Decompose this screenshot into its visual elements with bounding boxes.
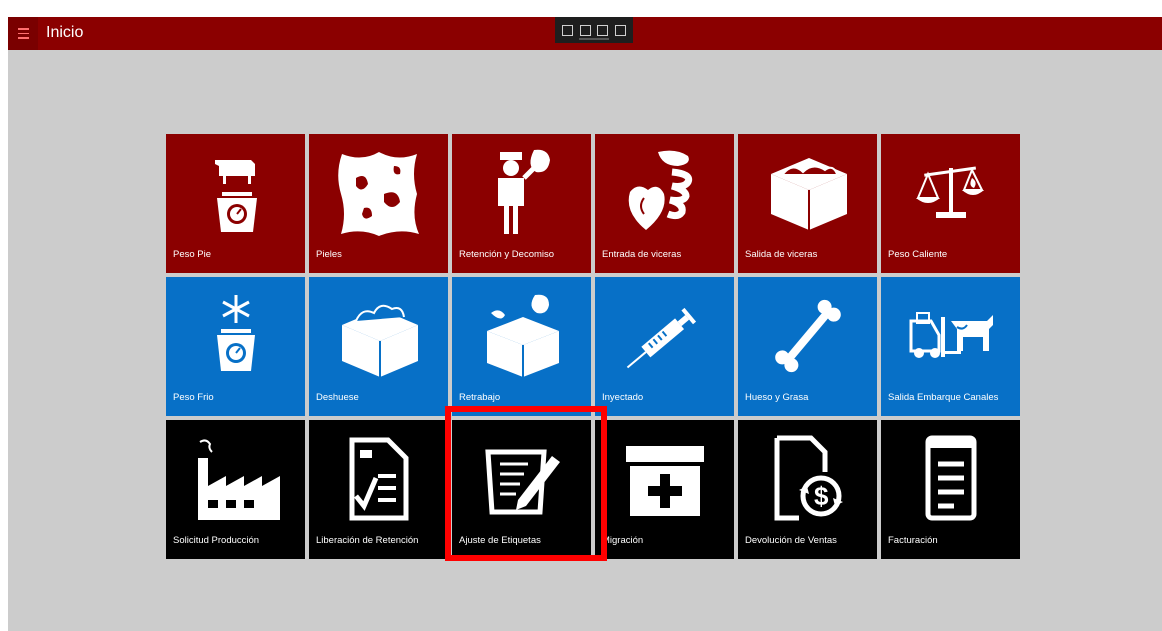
pointer-icon[interactable] (579, 24, 591, 36)
hide-icon (309, 148, 448, 238)
tile-label: Peso Pie (173, 249, 212, 260)
tile-label: Peso Frio (173, 392, 214, 403)
tile-inyectado[interactable]: Inyectado (595, 277, 734, 416)
tile-label: Peso Caliente (888, 249, 948, 260)
tile-label: Hueso y Grasa (745, 392, 809, 403)
forklift-cow-icon (881, 291, 1020, 381)
meat-box-icon (738, 148, 877, 238)
tile-label: Inyectado (602, 392, 644, 403)
app-window: Inicio Peso Pie Pieles Retención y Decom… (8, 17, 1162, 631)
tile-solicitud-produccion[interactable]: Solicitud Producción (166, 420, 305, 559)
tile-deshuese[interactable]: Deshuese (309, 277, 448, 416)
tile-label: Ajuste de Etiquetas (459, 535, 541, 546)
tile-label: Migración (602, 535, 644, 546)
tile-peso-caliente[interactable]: Peso Caliente (881, 134, 1020, 273)
inspector-icon (452, 148, 591, 238)
tile-migracion[interactable]: Migración (595, 420, 734, 559)
page-title: Inicio (46, 24, 84, 41)
tile-entrada-viceras[interactable]: Entrada de viceras (595, 134, 734, 273)
factory-icon (166, 434, 305, 524)
select-element-icon[interactable] (562, 24, 574, 36)
title-bar: Inicio (8, 17, 1162, 50)
balance-flame-icon (881, 148, 1020, 238)
checklist-document-icon (309, 434, 448, 524)
track-focus-icon[interactable] (614, 24, 626, 36)
tile-hueso-grasa[interactable]: Hueso y Grasa (738, 277, 877, 416)
tile-peso-frio[interactable]: Peso Frio (166, 277, 305, 416)
meat-box-icon (309, 291, 448, 381)
tile-label: Salida de viceras (745, 249, 818, 260)
edit-document-icon (452, 434, 591, 524)
hamburger-menu-button[interactable] (8, 17, 38, 50)
tile-retencion-decomiso[interactable]: Retención y Decomiso (452, 134, 591, 273)
money-return-icon: $ (738, 434, 877, 524)
cold-scale-icon (166, 291, 305, 381)
tile-facturacion[interactable]: Facturación (881, 420, 1020, 559)
tile-label: Retención y Decomiso (459, 249, 555, 260)
tile-label: Liberación de Retención (316, 535, 419, 546)
syringe-icon (595, 291, 734, 381)
tile-label: Pieles (316, 249, 342, 260)
add-box-icon (595, 434, 734, 524)
layout-icon[interactable] (597, 24, 609, 36)
bone-icon (738, 291, 877, 381)
tile-label: Solicitud Producción (173, 535, 260, 546)
tile-salida-viceras[interactable]: Salida de viceras (738, 134, 877, 273)
tile-pieles[interactable]: Pieles (309, 134, 448, 273)
tile-label: Devolución de Ventas (745, 535, 837, 546)
toolbar-grip[interactable] (579, 38, 609, 40)
tile-label: Facturación (888, 535, 938, 546)
cow-scale-icon (166, 148, 305, 238)
tile-label: Entrada de viceras (602, 249, 682, 260)
tile-label: Salida Embarque Canales (888, 392, 999, 403)
tile-devolucion-ventas[interactable]: $ Devolución de Ventas (738, 420, 877, 559)
debug-toolbar (555, 17, 633, 43)
svg-text:$: $ (814, 481, 829, 511)
tile-label: Retrabajo (459, 392, 501, 403)
tile-label: Deshuese (316, 392, 359, 403)
tile-salida-embarque-canales[interactable]: Salida Embarque Canales (881, 277, 1020, 416)
invoice-icon (881, 434, 1020, 524)
tile-ajuste-etiquetas[interactable]: Ajuste de Etiquetas (452, 420, 591, 559)
tile-liberacion-retencion[interactable]: Liberación de Retención (309, 420, 448, 559)
meat-box-rework-icon (452, 291, 591, 381)
tile-peso-pie[interactable]: Peso Pie (166, 134, 305, 273)
tile-grid: Peso Pie Pieles Retención y Decomiso Ent… (166, 134, 1020, 559)
tile-retrabajo[interactable]: Retrabajo (452, 277, 591, 416)
organs-icon (595, 148, 734, 238)
hamburger-icon (17, 27, 29, 41)
